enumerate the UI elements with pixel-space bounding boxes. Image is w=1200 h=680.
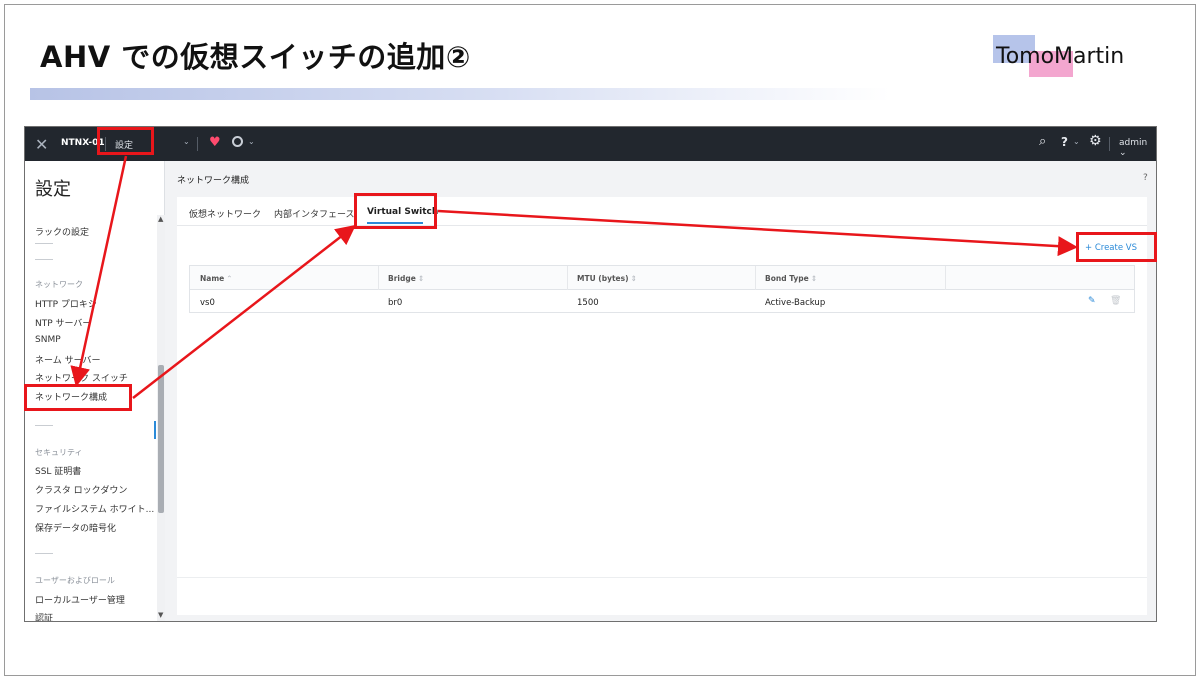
arrow-network-config-to-vs-tab [132,224,356,399]
annotation-arrows [70,155,1078,399]
arrow-settings-to-network-config [70,155,128,387]
arrow-vs-tab-to-create-vs [437,209,1078,257]
